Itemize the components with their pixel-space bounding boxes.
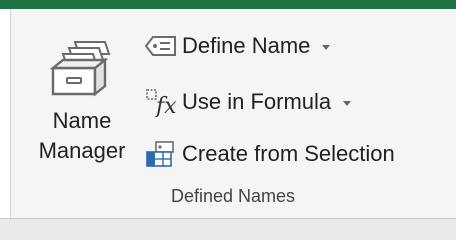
define-name-label: Define Name [182,33,311,58]
name-manager-icon [49,41,111,97]
group-title-defined-names: Defined Names [170,186,296,206]
excel-ribbon-defined-names: Name Manager Define Name fx Use in Formu… [0,0,456,240]
use-in-formula-button[interactable]: fx Use in Formula [144,86,352,118]
name-manager-button[interactable]: Name Manager [28,30,136,180]
use-in-formula-dropdown-arrow-icon[interactable] [343,100,352,106]
use-in-formula-label: Use in Formula [182,89,332,114]
define-name-dropdown-arrow-icon[interactable] [322,44,331,50]
svg-text:fx: fx [154,94,177,117]
create-from-selection-icon [146,141,174,167]
name-manager-label-line1: Name [52,108,112,133]
formula-fx-icon: fx [146,89,177,117]
define-name-tag-icon [144,36,176,56]
ribbon-bottom-edge [0,218,456,240]
create-from-selection-label: Create from Selection [182,141,395,166]
ribbon-top-accent-bar [0,0,456,9]
create-from-selection-button[interactable]: Create from Selection [144,138,395,170]
name-manager-label-line2: Manager [38,138,126,163]
define-name-button[interactable]: Define Name [144,30,331,62]
